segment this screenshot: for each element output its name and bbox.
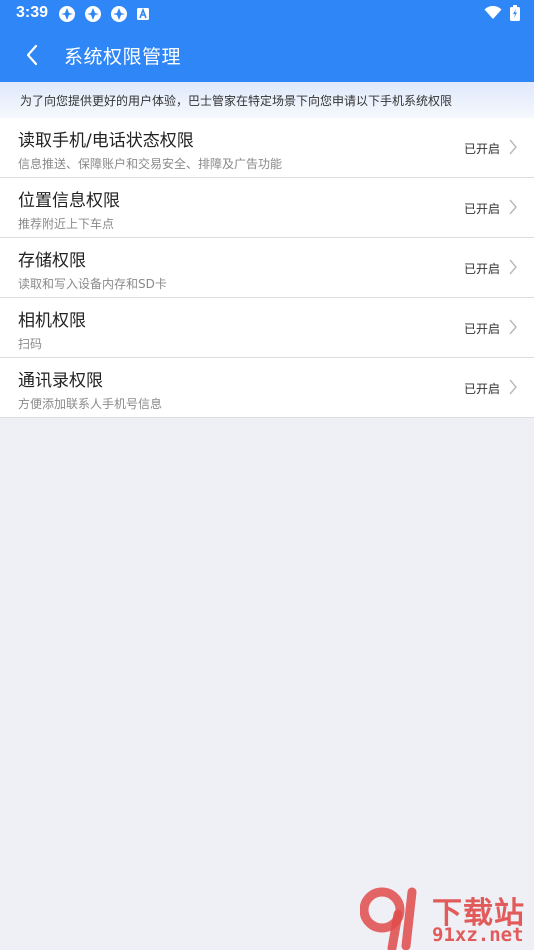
status-notification-icons [58, 5, 150, 23]
chevron-right-icon [509, 139, 517, 155]
permission-desc: 读取和写入设备内存和SD卡 [18, 277, 167, 291]
notice-text: 为了向您提供更好的用户体验，巴士管家在特定场景下向您申请以下手机系统权限 [20, 94, 453, 108]
permission-title: 位置信息权限 [18, 191, 120, 211]
notification-app-icon [85, 6, 101, 22]
permission-row-phone-state[interactable]: 读取手机/电话状态权限 信息推送、保障账户和交易安全、排障及广告功能 已开启 [0, 118, 534, 178]
permission-desc: 方便添加联系人手机号信息 [18, 397, 163, 411]
notification-app-icon [59, 6, 75, 22]
permission-row-contacts[interactable]: 通讯录权限 方便添加联系人手机号信息 已开启 [0, 358, 534, 418]
permission-list: 读取手机/电话状态权限 信息推送、保障账户和交易安全、排障及广告功能 已开启 位… [0, 118, 534, 418]
watermark-logo-icon [360, 887, 417, 950]
permission-title: 通讯录权限 [18, 371, 103, 391]
status-bar: 3:39 [0, 0, 534, 28]
permission-title: 读取手机/电话状态权限 [18, 131, 194, 151]
chevron-right-icon [509, 199, 517, 215]
chevron-right-icon [509, 259, 517, 275]
notification-app-icon [111, 6, 127, 22]
permission-status: 已开启 [463, 202, 500, 216]
battery-charging-icon [510, 5, 520, 21]
permission-row-location[interactable]: 位置信息权限 推荐附近上下车点 已开启 [0, 178, 534, 238]
permission-status: 已开启 [463, 262, 500, 276]
page-title: 系统权限管理 [64, 46, 182, 68]
text-a-icon [137, 7, 149, 20]
notice-banner: 为了向您提供更好的用户体验，巴士管家在特定场景下向您申请以下手机系统权限 [0, 82, 534, 118]
back-button[interactable] [16, 39, 48, 71]
permission-title: 相机权限 [18, 311, 86, 331]
watermark: 下载站 91xz.net [360, 886, 534, 950]
app-header: 系统权限管理 [0, 28, 534, 82]
wifi-icon [484, 6, 502, 19]
permission-row-storage[interactable]: 存储权限 读取和写入设备内存和SD卡 已开启 [0, 238, 534, 298]
watermark-en-text: 91xz.net [432, 924, 524, 946]
permission-row-camera[interactable]: 相机权限 扫码 已开启 [0, 298, 534, 358]
permission-title: 存储权限 [18, 251, 86, 271]
permission-desc: 扫码 [18, 337, 43, 351]
permission-status: 已开启 [463, 322, 500, 336]
chevron-left-icon [26, 44, 38, 66]
permission-status: 已开启 [463, 142, 500, 156]
status-time: 3:39 [16, 4, 49, 21]
chevron-right-icon [509, 319, 517, 335]
status-system-icons [484, 5, 520, 21]
permission-desc: 信息推送、保障账户和交易安全、排障及广告功能 [18, 157, 283, 171]
chevron-right-icon [509, 379, 517, 395]
permission-desc: 推荐附近上下车点 [18, 217, 115, 231]
permission-status: 已开启 [463, 382, 500, 396]
